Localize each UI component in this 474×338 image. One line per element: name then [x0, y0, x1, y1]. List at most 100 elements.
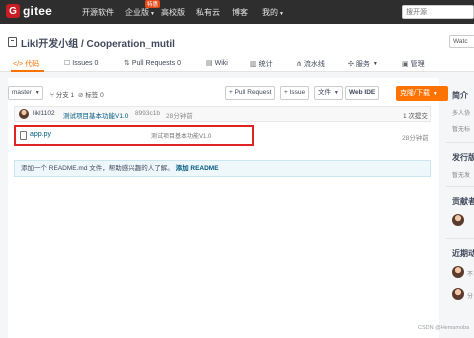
divider — [446, 142, 474, 143]
readme-notice-text: 添加一个 README.md 文件，帮助感兴趣的人了解。 — [21, 165, 174, 172]
branch-select[interactable]: master ▼ — [8, 86, 43, 100]
issue-button[interactable]: + Issue — [280, 86, 310, 100]
contributors-title: 贡献者 — [452, 197, 474, 206]
tab-code-label: 代码 — [25, 61, 40, 68]
manage-icon: ▣ — [402, 61, 409, 68]
branch-count-label: 分支 1 — [55, 92, 75, 99]
file-commit-time: 28分钟前 — [402, 135, 429, 142]
file-menu-label: 文件 — [318, 89, 331, 96]
nav-university[interactable]: 高校版 — [161, 7, 185, 18]
top-nav: G gitee 开源软件 企业版▼ 特惠 高校版 私有云 博客 我的▼ — [0, 0, 474, 24]
tab-manage[interactable]: ▣ 管理 — [402, 59, 425, 69]
clone-download-label: 克隆/下载 — [400, 90, 430, 97]
web-ide-button[interactable]: Web IDE — [345, 86, 380, 100]
nav-private-cloud[interactable]: 私有云 — [196, 7, 220, 18]
commit-hash[interactable]: 8993c1b — [135, 110, 160, 117]
tag-count-label: 标签 0 — [85, 92, 104, 99]
nav-open-source[interactable]: 开源软件 — [82, 7, 114, 18]
tab-services[interactable]: ✣ 服务 ▼ — [348, 59, 378, 69]
tab-wiki[interactable]: ▤ Wiki — [206, 59, 228, 68]
tag-count[interactable]: ⊘ 标签 0 — [78, 89, 104, 99]
pull-request-icon: ⇅ — [124, 60, 130, 67]
active-tab-indicator — [11, 70, 44, 72]
right-sidebar: 简介 多人协 暂无标 发行版 暂无发 贡献者 近期动 不 分 — [446, 78, 474, 338]
repo-main: master ▼ ⑂ 分支 1 ⊘ 标签 0 + Pull Request + … — [8, 78, 448, 338]
divider — [446, 186, 474, 187]
latest-commit-bar: likl1102 测试项目基本功能V1.0 8993c1b 28分钟前 1 次提… — [14, 106, 431, 122]
chevron-down-icon: ▼ — [150, 11, 155, 17]
pipeline-icon: ⋔ — [296, 61, 302, 68]
repository-icon — [8, 37, 17, 47]
hot-badge: 特惠 — [145, 0, 161, 8]
issues-icon: ☐ — [64, 60, 71, 67]
wiki-icon: ▤ — [206, 60, 213, 67]
tab-issues[interactable]: ☐ Issues 0 — [64, 59, 99, 68]
stats-icon: ▥ — [250, 61, 257, 68]
add-readme-link[interactable]: 添加 README — [176, 165, 219, 172]
avatar[interactable] — [452, 214, 464, 226]
nav-enterprise-label: 企业版 — [125, 8, 149, 17]
branch-select-value: master — [12, 89, 32, 96]
gitee-logo[interactable]: G gitee — [6, 4, 52, 18]
recent-activity-item: 分 — [467, 294, 474, 300]
chevron-down-icon: ▼ — [34, 90, 40, 96]
avatar[interactable] — [19, 109, 29, 119]
chevron-down-icon: ▼ — [333, 90, 339, 96]
tab-services-label: 服务 — [355, 61, 370, 68]
tab-pull-requests-label: Pull Requests — [131, 59, 176, 67]
tab-stats-label: 统计 — [258, 61, 273, 68]
tab-pipeline[interactable]: ⋔ 流水线 — [296, 59, 325, 69]
tag-icon: ⊘ — [78, 92, 84, 99]
release-desc: 暂无发 — [452, 173, 471, 179]
release-title: 发行版 — [452, 153, 474, 162]
recent-activity-item: 不 — [467, 272, 474, 278]
tab-stats[interactable]: ▥ 统计 — [250, 59, 273, 69]
code-icon: </> — [13, 60, 24, 68]
tab-pull-requests[interactable]: ⇅ Pull Requests 0 — [124, 59, 181, 68]
repo-tabs: </> 代码 ☐ Issues 0 ⇅ Pull Requests 0 ▤ Wiki ▥ 统计… — [0, 57, 474, 72]
chevron-down-icon: ▼ — [279, 11, 284, 17]
gitee-logo-icon: G — [6, 4, 20, 18]
intro-desc: 多人协 — [452, 111, 471, 117]
commit-time: 28分钟前 — [166, 113, 193, 120]
commit-message[interactable]: 测试项目基本功能V1.0 — [63, 110, 128, 120]
pull-request-button[interactable]: + Pull Request — [225, 86, 276, 100]
gitee-logo-text: gitee — [23, 4, 53, 18]
intro-title: 简介 — [452, 91, 468, 100]
repo-header: Likl开发小组 / Cooperation_mutil Watc </> 代码 … — [0, 24, 474, 72]
avatar[interactable] — [452, 266, 464, 278]
repo-title[interactable]: Likl开发小组 / Cooperation_mutil — [21, 35, 175, 50]
tab-issues-label: Issues — [72, 59, 93, 67]
nav-enterprise[interactable]: 企业版▼ — [125, 7, 155, 18]
services-icon: ✣ — [348, 61, 354, 68]
nav-mine[interactable]: 我的▼ — [262, 7, 284, 18]
avatar[interactable] — [452, 288, 464, 300]
tab-manage-label: 管理 — [410, 61, 425, 68]
search-input[interactable] — [402, 5, 474, 19]
chevron-down-icon: ▼ — [372, 61, 378, 67]
tab-pipeline-label: 流水线 — [303, 61, 325, 68]
file-name[interactable]: app.py — [30, 131, 51, 138]
divider — [446, 238, 474, 239]
tab-wiki-label: Wiki — [214, 59, 228, 67]
tab-pull-requests-count: 0 — [177, 59, 181, 67]
file-commit-message[interactable]: 测试项目基本功能V1.0 — [151, 131, 211, 140]
watermark: CSDN @Hemamoba — [418, 325, 470, 331]
nav-blog[interactable]: 博客 — [232, 7, 248, 18]
commit-count[interactable]: 1 次提交 — [403, 110, 428, 120]
file-row[interactable]: app.py 测试项目基本功能V1.0 — [14, 125, 254, 146]
commit-author[interactable]: likl1102 — [33, 110, 55, 117]
tab-issues-count: 0 — [94, 59, 99, 67]
watch-button[interactable]: Watc — [449, 35, 474, 48]
nav-mine-label: 我的 — [262, 8, 278, 17]
tab-code[interactable]: </> 代码 — [13, 59, 39, 69]
file-icon — [20, 131, 27, 140]
branch-icon: ⑂ — [50, 92, 54, 99]
clone-download-button[interactable]: 克隆/下载 ▼ — [396, 86, 448, 101]
branch-count[interactable]: ⑂ 分支 1 — [50, 89, 74, 99]
chevron-down-icon: ▼ — [432, 91, 438, 97]
recent-activity-title: 近期动 — [452, 249, 474, 258]
intro-sub: 暂无标 — [452, 127, 471, 133]
readme-notice: 添加一个 README.md 文件，帮助感兴趣的人了解。 添加 README — [14, 160, 431, 177]
file-menu-button[interactable]: 文件 ▼ — [314, 86, 343, 100]
